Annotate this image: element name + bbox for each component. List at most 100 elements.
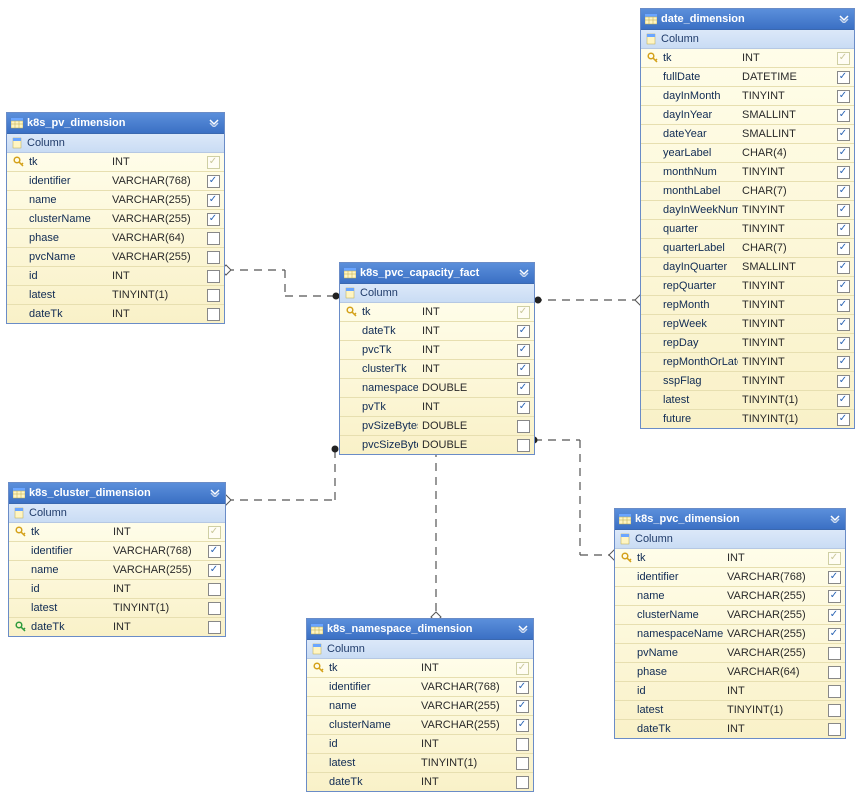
column-row[interactable]: dateYear SMALLINT <box>641 125 854 144</box>
null-check[interactable] <box>837 52 850 65</box>
column-section-header[interactable]: Column <box>340 284 534 303</box>
column-row[interactable]: fullDate DATETIME <box>641 68 854 87</box>
null-check[interactable] <box>837 356 850 369</box>
column-row[interactable]: pvcName VARCHAR(255) <box>7 248 224 267</box>
column-section-header[interactable]: Column <box>615 530 845 549</box>
null-check[interactable] <box>208 526 221 539</box>
column-row[interactable]: dateTk INT <box>615 720 845 738</box>
null-check[interactable] <box>208 602 221 615</box>
column-row[interactable]: future TINYINT(1) <box>641 410 854 428</box>
null-check[interactable] <box>837 90 850 103</box>
null-check[interactable] <box>207 156 220 169</box>
column-row[interactable]: identifier VARCHAR(768) <box>615 568 845 587</box>
null-check[interactable] <box>516 662 529 675</box>
null-check[interactable] <box>828 609 841 622</box>
null-check[interactable] <box>828 704 841 717</box>
column-row[interactable]: repWeek TINYINT <box>641 315 854 334</box>
column-row[interactable]: tk INT <box>340 303 534 322</box>
null-check[interactable] <box>207 232 220 245</box>
collapse-icon[interactable] <box>838 15 850 23</box>
table-title-bar[interactable]: k8s_pvc_capacity_fact <box>340 263 534 284</box>
column-row[interactable]: dateTk INT <box>7 305 224 323</box>
column-row[interactable]: clusterTk INT <box>340 360 534 379</box>
null-check[interactable] <box>828 647 841 660</box>
table-k8s-namespace-dimension[interactable]: k8s_namespace_dimension Column tk INT <box>306 618 534 792</box>
table-k8s-pvc-dimension[interactable]: k8s_pvc_dimension Column tk INT <box>614 508 846 739</box>
column-row[interactable]: pvcSizeBytes DOUBLE <box>340 436 534 454</box>
column-row[interactable]: repDay TINYINT <box>641 334 854 353</box>
null-check[interactable] <box>837 166 850 179</box>
null-check[interactable] <box>837 109 850 122</box>
null-check[interactable] <box>207 289 220 302</box>
null-check[interactable] <box>837 261 850 274</box>
null-check[interactable] <box>207 308 220 321</box>
column-row[interactable]: id INT <box>7 267 224 286</box>
column-row[interactable]: dayInQuarter SMALLINT <box>641 258 854 277</box>
column-row[interactable]: id INT <box>307 735 533 754</box>
column-row[interactable]: name VARCHAR(255) <box>9 561 225 580</box>
column-section-header[interactable]: Column <box>641 30 854 49</box>
null-check[interactable] <box>517 344 530 357</box>
null-check[interactable] <box>828 552 841 565</box>
column-row[interactable]: phase VARCHAR(64) <box>7 229 224 248</box>
null-check[interactable] <box>517 420 530 433</box>
null-check[interactable] <box>208 583 221 596</box>
column-row[interactable]: phase VARCHAR(64) <box>615 663 845 682</box>
column-row[interactable]: monthNum TINYINT <box>641 163 854 182</box>
column-row[interactable]: identifier VARCHAR(768) <box>307 678 533 697</box>
column-row[interactable]: repMonth TINYINT <box>641 296 854 315</box>
null-check[interactable] <box>837 318 850 331</box>
column-row[interactable]: dayInMonth TINYINT <box>641 87 854 106</box>
column-row[interactable]: namespaceTk DOUBLE <box>340 379 534 398</box>
null-check[interactable] <box>516 700 529 713</box>
null-check[interactable] <box>837 413 850 426</box>
column-row[interactable]: dayInYear SMALLINT <box>641 106 854 125</box>
column-row[interactable]: id INT <box>9 580 225 599</box>
column-row[interactable]: pvSizeBytes DOUBLE <box>340 417 534 436</box>
column-row[interactable]: monthLabel CHAR(7) <box>641 182 854 201</box>
column-row[interactable]: quarter TINYINT <box>641 220 854 239</box>
column-section-header[interactable]: Column <box>307 640 533 659</box>
column-row[interactable]: latest TINYINT(1) <box>7 286 224 305</box>
column-row[interactable]: id INT <box>615 682 845 701</box>
null-check[interactable] <box>517 325 530 338</box>
null-check[interactable] <box>837 204 850 217</box>
column-row[interactable]: tk INT <box>641 49 854 68</box>
null-check[interactable] <box>837 185 850 198</box>
null-check[interactable] <box>208 621 221 634</box>
null-check[interactable] <box>837 299 850 312</box>
null-check[interactable] <box>837 242 850 255</box>
null-check[interactable] <box>828 571 841 584</box>
column-row[interactable]: tk INT <box>7 153 224 172</box>
column-row[interactable]: latest TINYINT(1) <box>615 701 845 720</box>
column-row[interactable]: name VARCHAR(255) <box>7 191 224 210</box>
column-row[interactable]: clusterName VARCHAR(255) <box>615 606 845 625</box>
collapse-icon[interactable] <box>209 489 221 497</box>
collapse-icon[interactable] <box>208 119 220 127</box>
column-row[interactable]: tk INT <box>9 523 225 542</box>
null-check[interactable] <box>208 564 221 577</box>
column-row[interactable]: tk INT <box>615 549 845 568</box>
column-row[interactable]: repMonthOrLatest TINYINT <box>641 353 854 372</box>
null-check[interactable] <box>516 681 529 694</box>
table-title-bar[interactable]: k8s_pvc_dimension <box>615 509 845 530</box>
column-row[interactable]: name VARCHAR(255) <box>307 697 533 716</box>
table-date-dimension[interactable]: date_dimension Column tk INT fu <box>640 8 855 429</box>
table-k8s-pv-dimension[interactable]: k8s_pv_dimension Column tk INT <box>6 112 225 324</box>
null-check[interactable] <box>828 590 841 603</box>
null-check[interactable] <box>837 128 850 141</box>
column-row[interactable]: dateTk INT <box>340 322 534 341</box>
null-check[interactable] <box>837 147 850 160</box>
null-check[interactable] <box>828 685 841 698</box>
null-check[interactable] <box>516 738 529 751</box>
null-check[interactable] <box>837 223 850 236</box>
column-row[interactable]: latest TINYINT(1) <box>307 754 533 773</box>
null-check[interactable] <box>207 251 220 264</box>
column-row[interactable]: latest TINYINT(1) <box>9 599 225 618</box>
column-row[interactable]: dateTk INT <box>9 618 225 636</box>
null-check[interactable] <box>207 194 220 207</box>
null-check[interactable] <box>517 363 530 376</box>
column-row[interactable]: dateTk INT <box>307 773 533 791</box>
null-check[interactable] <box>837 375 850 388</box>
null-check[interactable] <box>828 723 841 736</box>
